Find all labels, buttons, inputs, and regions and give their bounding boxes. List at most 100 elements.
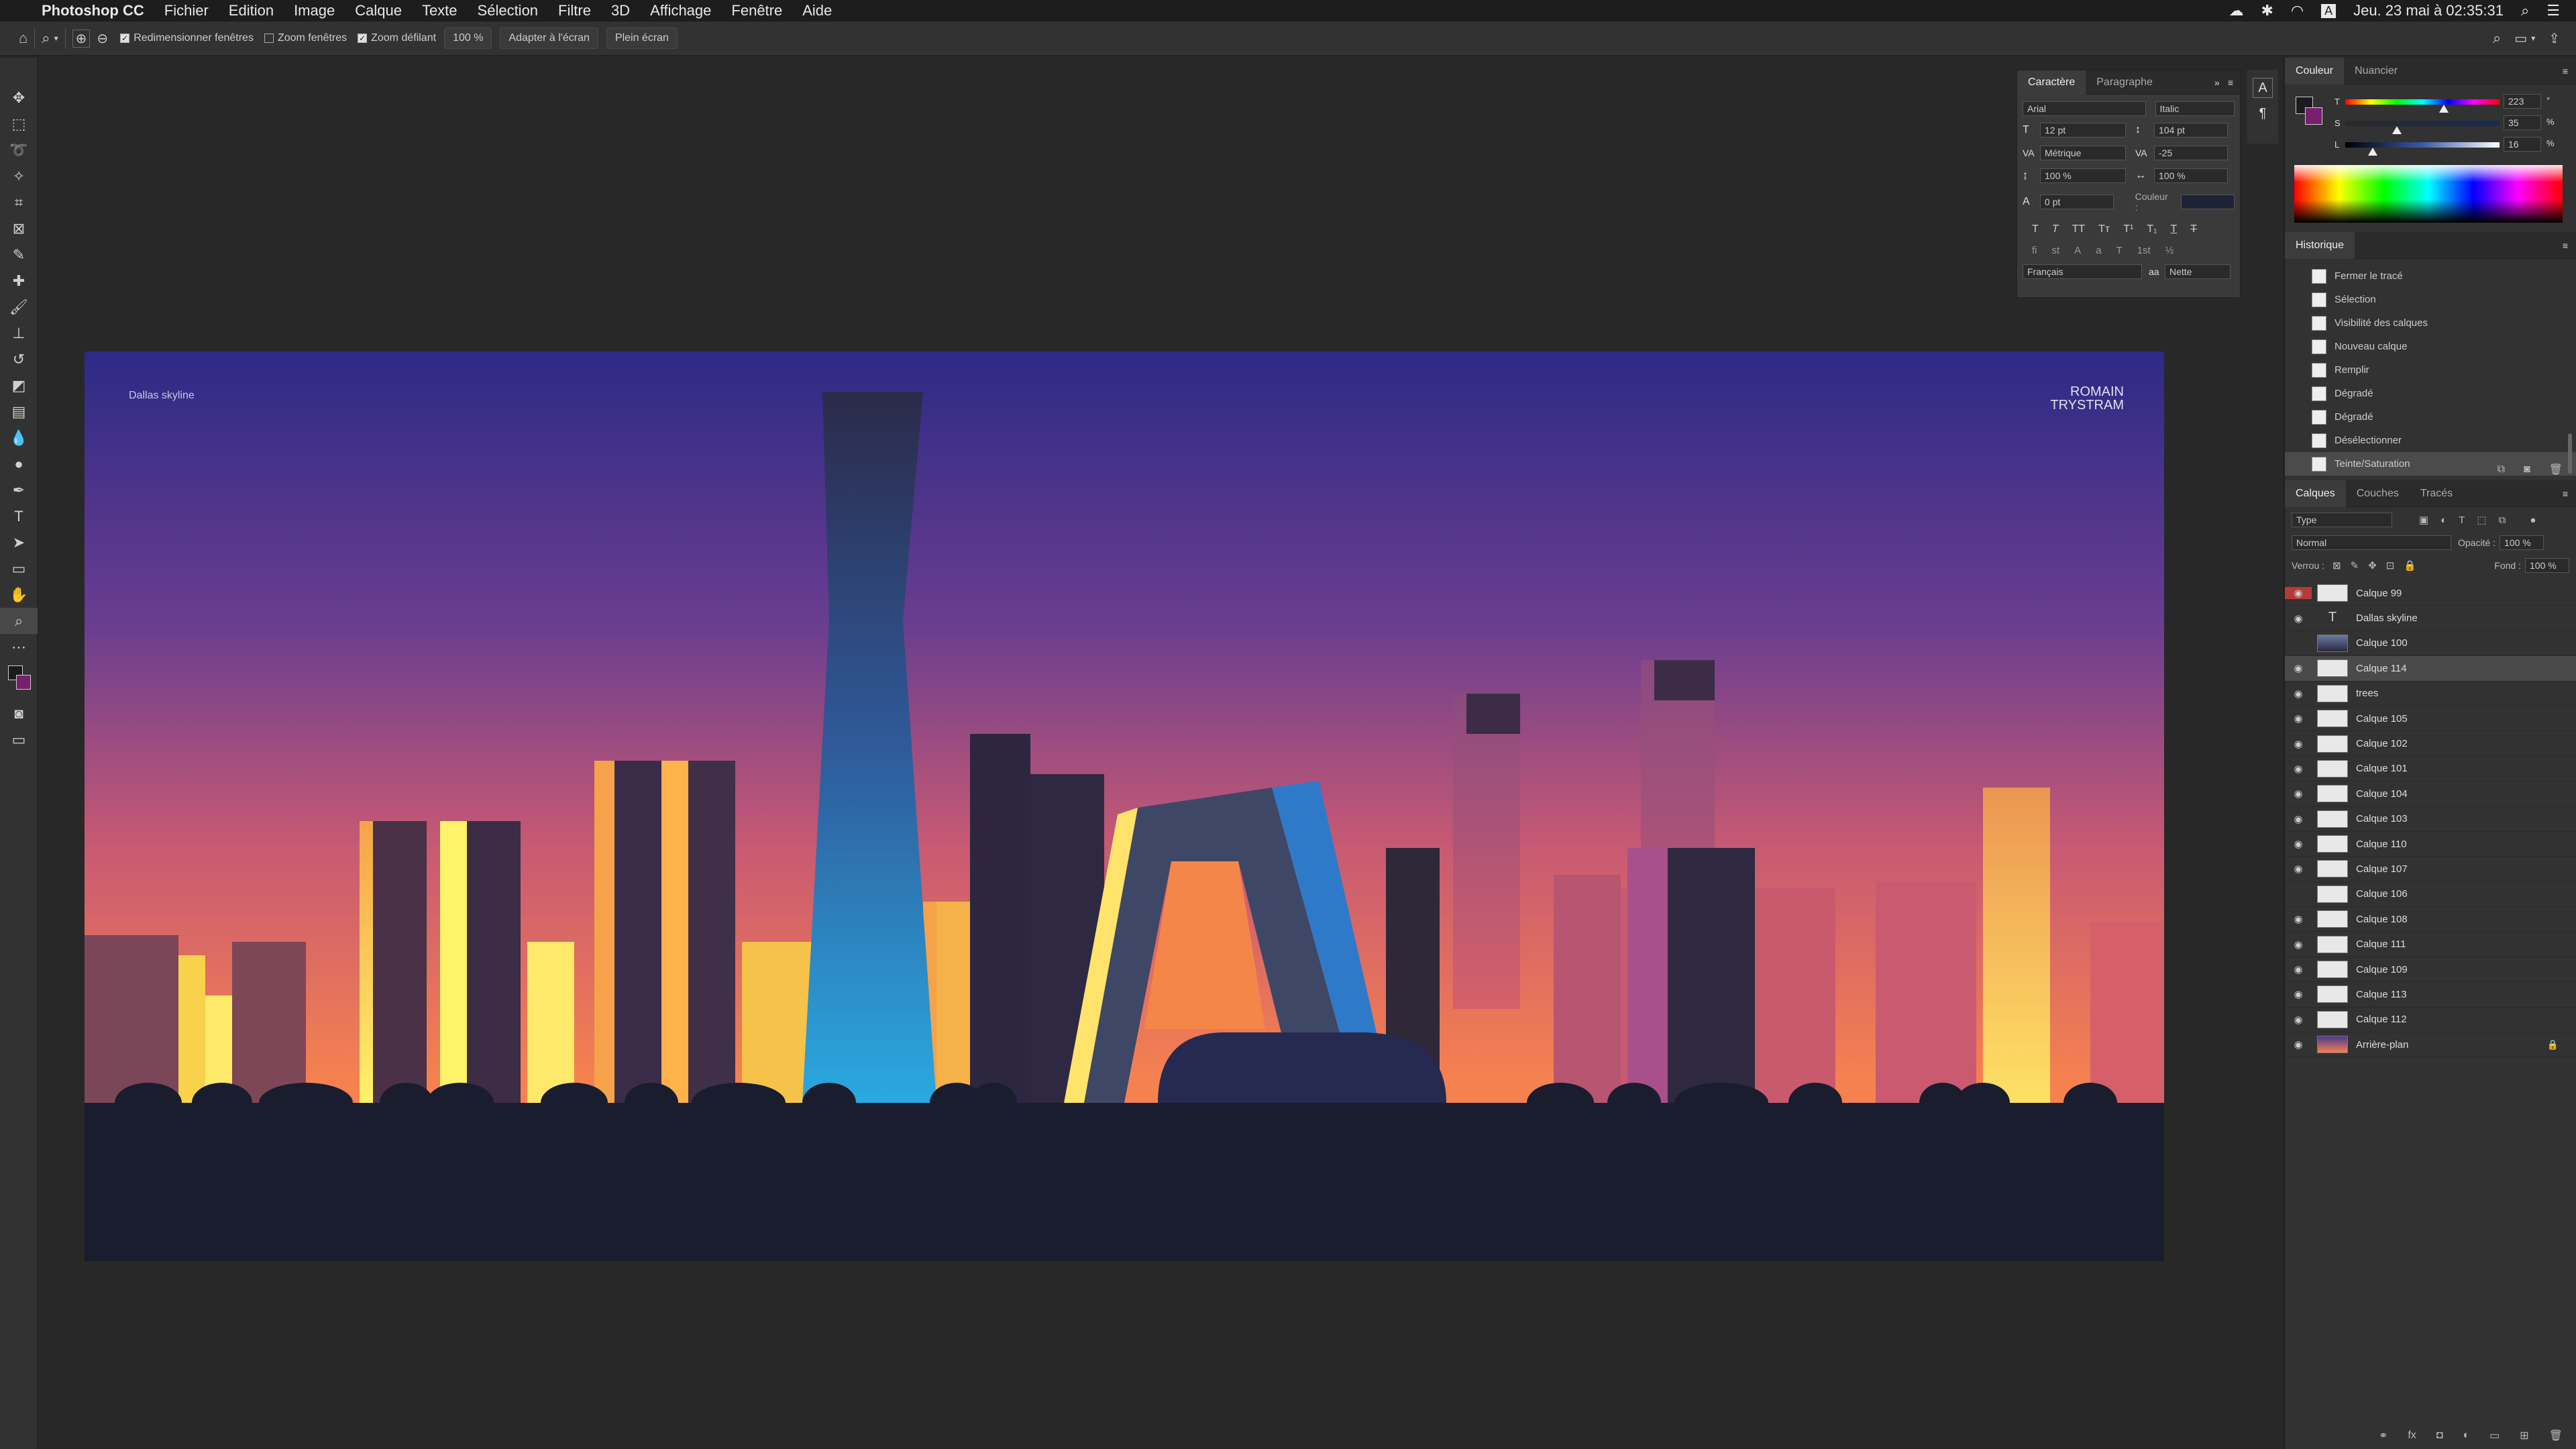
panel-menu-icon[interactable]: ≡ bbox=[2228, 77, 2233, 88]
menu-fenetre[interactable]: Fenêtre bbox=[731, 2, 782, 19]
trash-icon[interactable]: 🗑 bbox=[2549, 1429, 2563, 1442]
filter-toggle-icon[interactable]: ● bbox=[2530, 515, 2536, 526]
history-item[interactable]: Dégradé bbox=[2285, 382, 2576, 405]
font-style-select[interactable]: Italic bbox=[2155, 101, 2235, 116]
hscale-field[interactable]: 100 % bbox=[2154, 168, 2228, 183]
rectangle-tool-icon[interactable]: ▭ bbox=[0, 555, 38, 582]
layer-row[interactable]: ◉ Calque 113 bbox=[2285, 982, 2576, 1008]
swash-icon[interactable]: A bbox=[2074, 245, 2081, 256]
app-menu[interactable]: Photoshop CC bbox=[42, 2, 144, 19]
collapse-icon[interactable]: » bbox=[2214, 77, 2220, 88]
layer-row[interactable]: ◉ Calque 104 bbox=[2285, 782, 2576, 807]
menu-calque[interactable]: Calque bbox=[355, 2, 402, 19]
scrubby-zoom-checkbox[interactable]: ✓ bbox=[358, 34, 368, 43]
layer-row[interactable]: ◉ Calque 110 bbox=[2285, 832, 2576, 857]
menu-aide[interactable]: Aide bbox=[802, 2, 832, 19]
trash-icon[interactable]: 🗑 bbox=[2549, 463, 2563, 476]
chevron-down-icon[interactable]: ▾ bbox=[2531, 34, 2535, 43]
layer-row[interactable]: ◉ trees bbox=[2285, 682, 2576, 706]
text-color-swatch[interactable] bbox=[2181, 195, 2235, 209]
ligature-icon[interactable]: ﬁ bbox=[2032, 245, 2037, 256]
tab-character[interactable]: Caractère bbox=[2017, 70, 2086, 95]
visibility-eye-icon[interactable]: ◉ bbox=[2285, 587, 2312, 600]
panel-menu-icon[interactable]: ≡ bbox=[2563, 488, 2568, 499]
menu-3d[interactable]: 3D bbox=[611, 2, 630, 19]
menu-edition[interactable]: Edition bbox=[229, 2, 274, 19]
home-icon[interactable]: ⌂ bbox=[19, 30, 28, 47]
type-tool-icon[interactable]: T bbox=[0, 503, 38, 529]
tab-channels[interactable]: Couches bbox=[2346, 488, 2410, 500]
zoom-out-icon[interactable]: ⊖ bbox=[97, 30, 108, 47]
discretionary-ligature-icon[interactable]: st bbox=[2052, 245, 2060, 256]
tab-color[interactable]: Couleur bbox=[2285, 57, 2345, 85]
all-caps-icon[interactable]: TT bbox=[2072, 223, 2086, 235]
layer-row[interactable]: ◉ Arrière-plan 🔒 bbox=[2285, 1032, 2576, 1058]
faux-italic-icon[interactable]: T bbox=[2052, 223, 2059, 235]
visibility-eye-icon[interactable]: ◉ bbox=[2285, 688, 2312, 700]
history-item[interactable]: Fermer le tracé bbox=[2285, 264, 2576, 288]
menu-selection[interactable]: Sélection bbox=[478, 2, 539, 19]
wifi-icon[interactable]: ◠ bbox=[2291, 2, 2304, 19]
menu-affichage[interactable]: Affichage bbox=[650, 2, 711, 19]
character-panel-icon[interactable]: A bbox=[2253, 78, 2273, 98]
layer-row[interactable]: ◉ Calque 107 bbox=[2285, 857, 2576, 882]
clock[interactable]: Jeu. 23 mai à 02:35:31 bbox=[2353, 2, 2504, 19]
crop-tool-icon[interactable]: ⌗ bbox=[0, 189, 38, 215]
history-brush-tool-icon[interactable]: ↺ bbox=[0, 346, 38, 372]
workspace-icon[interactable]: ▭ bbox=[2514, 30, 2527, 47]
dodge-tool-icon[interactable]: ● bbox=[0, 451, 38, 477]
ordinals-icon[interactable]: 1st bbox=[2137, 245, 2151, 256]
visibility-eye-icon[interactable]: ◉ bbox=[2285, 863, 2312, 875]
visibility-eye-icon[interactable]: ◉ bbox=[2285, 963, 2312, 975]
smart-object-filter-icon[interactable]: ⧉ bbox=[2499, 515, 2506, 526]
bluetooth-icon[interactable]: ✱ bbox=[2261, 2, 2273, 19]
visibility-eye-icon[interactable]: ◉ bbox=[2285, 838, 2312, 850]
background-color-swatch[interactable] bbox=[16, 675, 31, 690]
search-icon[interactable]: ⌕ bbox=[2493, 30, 2501, 47]
type-filter-icon[interactable]: T bbox=[2459, 515, 2465, 526]
notification-icon[interactable]: ☰ bbox=[2546, 2, 2560, 19]
layer-row[interactable]: ◉ T Dallas skyline bbox=[2285, 606, 2576, 631]
frame-tool-icon[interactable]: ⊠ bbox=[0, 215, 38, 241]
zoom-tool-icon[interactable]: ⌕ bbox=[42, 30, 50, 47]
document-canvas[interactable]: Dallas skyline ROMAIN TRYSTRAM bbox=[85, 352, 2164, 1261]
path-selection-tool-icon[interactable]: ➤ bbox=[0, 529, 38, 555]
layer-style-icon[interactable]: fx bbox=[2408, 1430, 2416, 1442]
eyedropper-tool-icon[interactable]: ✎ bbox=[0, 241, 38, 268]
fill-field[interactable]: 100 % bbox=[2525, 558, 2569, 573]
healing-brush-tool-icon[interactable]: ✚ bbox=[0, 268, 38, 294]
font-size-field[interactable]: 12 pt bbox=[2040, 123, 2126, 138]
opacity-field[interactable]: 100 % bbox=[2500, 535, 2544, 550]
layer-filter-select[interactable]: Type bbox=[2292, 513, 2392, 527]
layer-row[interactable]: ◉ Calque 109 bbox=[2285, 957, 2576, 983]
underline-icon[interactable]: T bbox=[2171, 223, 2178, 235]
subscript-icon[interactable]: T₁ bbox=[2147, 223, 2157, 235]
layer-row[interactable]: ◉ Calque 112 bbox=[2285, 1008, 2576, 1033]
layer-row[interactable]: ◉ Calque 103 bbox=[2285, 807, 2576, 832]
strikethrough-icon[interactable]: T bbox=[2190, 223, 2197, 235]
visibility-eye-icon[interactable]: ◉ bbox=[2285, 788, 2312, 800]
visibility-eye-icon[interactable]: ◉ bbox=[2285, 763, 2312, 775]
stamp-tool-icon[interactable]: ⊥ bbox=[0, 320, 38, 346]
adjustment-layer-icon[interactable]: ◐ bbox=[2463, 1430, 2469, 1442]
menu-image[interactable]: Image bbox=[294, 2, 335, 19]
input-source[interactable]: A bbox=[2321, 3, 2337, 18]
move-tool-icon[interactable]: ✥ bbox=[0, 85, 38, 111]
lock-pixels-icon[interactable]: ✎ bbox=[2351, 559, 2359, 572]
vscale-field[interactable]: 100 % bbox=[2040, 168, 2126, 183]
screen-mode-icon[interactable]: ▭ bbox=[0, 727, 38, 753]
image-filter-icon[interactable]: ▣ bbox=[2419, 514, 2428, 526]
adjustment-filter-icon[interactable]: ◐ bbox=[2440, 515, 2447, 526]
share-icon[interactable]: ⇪ bbox=[2548, 30, 2560, 47]
visibility-eye-icon[interactable]: ◉ bbox=[2285, 712, 2312, 724]
more-tools-icon[interactable]: ⋯ bbox=[0, 634, 38, 660]
visibility-eye-icon[interactable]: ◉ bbox=[2285, 938, 2312, 951]
spotlight-icon[interactable]: ⌕ bbox=[2521, 2, 2529, 19]
fit-screen-button[interactable]: Adapter à l'écran bbox=[500, 28, 598, 49]
layer-row[interactable]: ◉ Calque 114 bbox=[2285, 656, 2576, 682]
blend-mode-select[interactable]: Normal bbox=[2292, 535, 2451, 550]
fill-screen-button[interactable]: Plein écran bbox=[606, 28, 678, 49]
chevron-down-icon[interactable]: ▾ bbox=[54, 34, 58, 43]
leading-field[interactable]: 104 pt bbox=[2154, 123, 2228, 138]
hue-field[interactable]: 223 bbox=[2504, 94, 2541, 109]
